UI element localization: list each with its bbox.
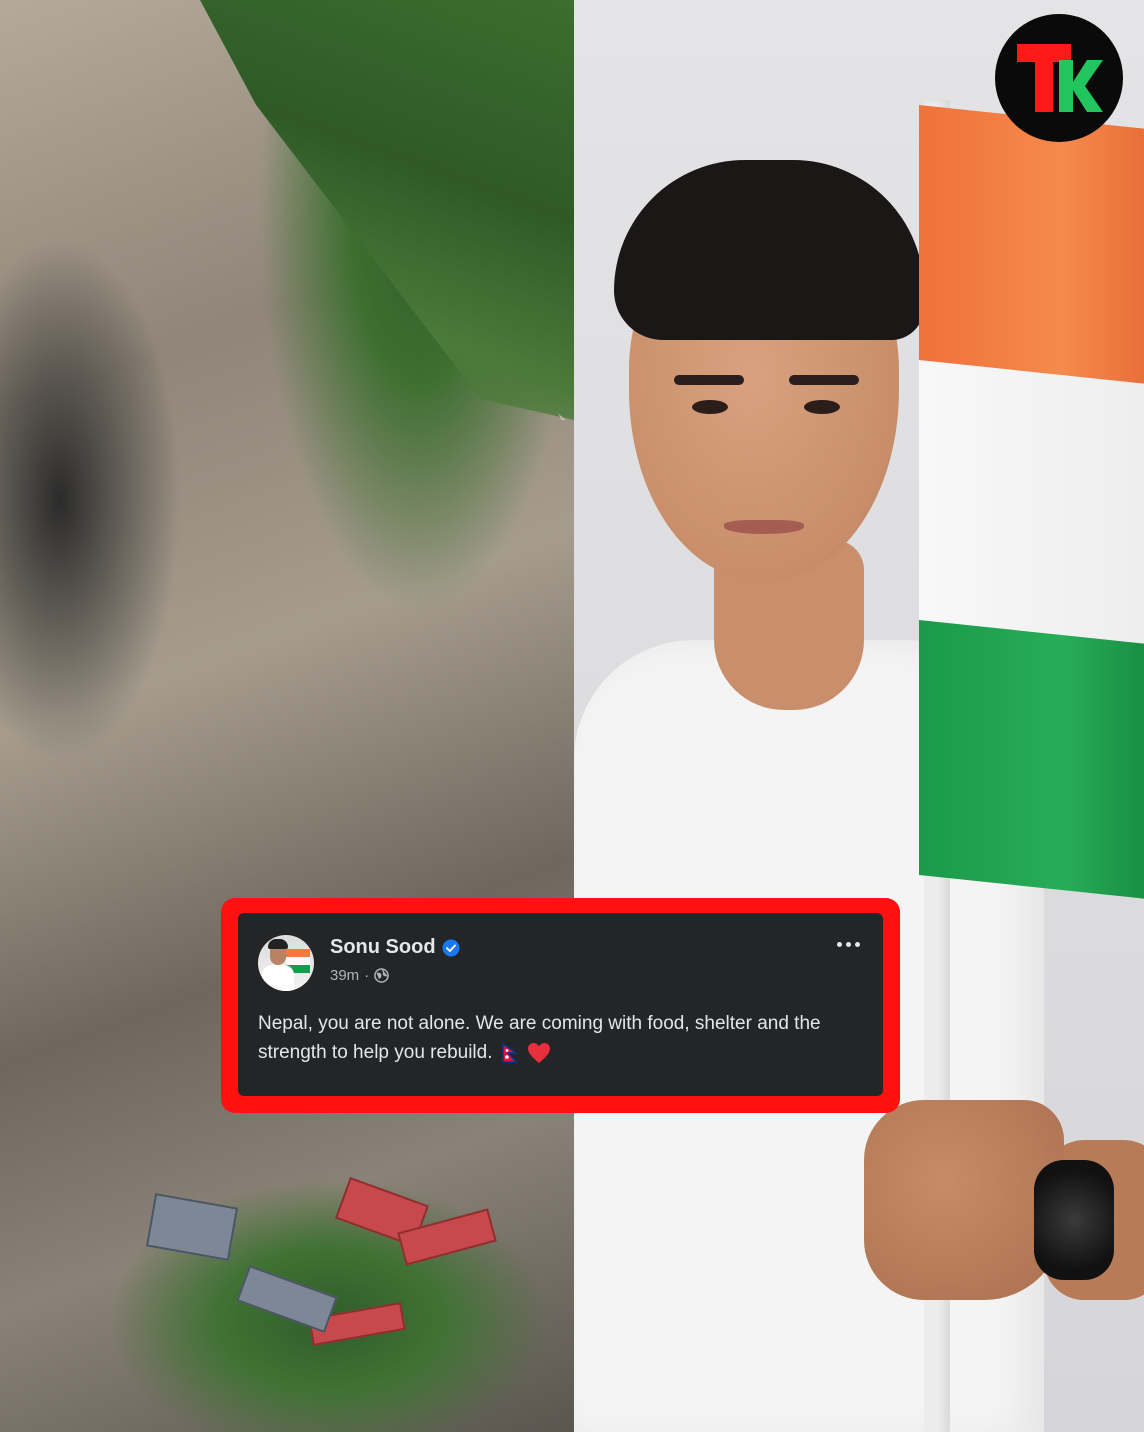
tk-logo-mark bbox=[1017, 44, 1103, 112]
tk-logo bbox=[995, 14, 1123, 142]
hair bbox=[614, 160, 924, 340]
highlighted-post-frame: Sonu Sood 39m · Nepal, you are not alone… bbox=[221, 898, 900, 1113]
post-meta: 39m · bbox=[330, 967, 389, 984]
village-buildings bbox=[145, 1176, 520, 1346]
meta-separator: · bbox=[364, 967, 370, 984]
landslide-photo bbox=[0, 0, 574, 1432]
wrist-watch bbox=[1034, 1160, 1114, 1280]
author-name[interactable]: Sonu Sood bbox=[330, 936, 436, 959]
post-body: Nepal, you are not alone. We are coming … bbox=[258, 1009, 858, 1067]
verified-badge-icon bbox=[442, 939, 460, 956]
avatar[interactable] bbox=[258, 935, 314, 991]
indian-flag bbox=[919, 105, 1144, 901]
post-timestamp[interactable]: 39m bbox=[330, 967, 359, 984]
portrait-photo bbox=[574, 0, 1144, 1432]
globe-icon bbox=[374, 968, 389, 983]
forest-slope bbox=[200, 0, 574, 420]
red-heart-icon bbox=[528, 1042, 551, 1063]
post-author[interactable]: Sonu Sood bbox=[330, 936, 460, 959]
more-options-button[interactable] bbox=[831, 933, 865, 955]
nepal-flag-icon bbox=[502, 1042, 518, 1063]
facebook-post-card[interactable]: Sonu Sood 39m · Nepal, you are not alone… bbox=[238, 913, 883, 1096]
